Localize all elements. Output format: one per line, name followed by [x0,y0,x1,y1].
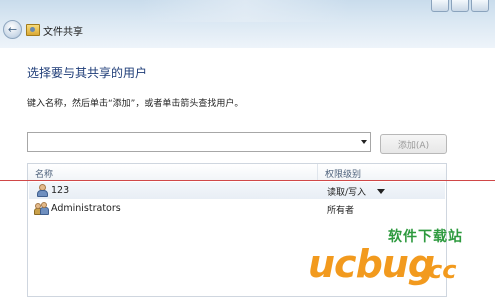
back-arrow-icon: ← [7,23,18,36]
list-header: 名称 权限级别 [28,164,446,181]
file-sharing-icon [26,24,40,36]
column-header-permission[interactable]: 权限级别 [325,167,361,180]
row-permission[interactable]: 读取/写入 [327,185,366,198]
window-controls [431,0,489,12]
back-button[interactable]: ← [3,20,22,39]
page-heading: 选择要与其共享的用户 [27,66,148,80]
window-titlebar: ← 文件共享 [0,0,495,48]
user-icon [36,184,48,197]
user-group-icon [34,202,49,215]
table-row[interactable]: Administrators 所有者 [29,200,445,217]
window-title: 文件共享 [43,27,83,38]
column-header-name[interactable]: 名称 [35,167,53,180]
watermark-suffix: cc [428,256,457,284]
permission-dropdown-icon[interactable] [377,189,385,194]
user-name-combobox[interactable] [27,132,371,152]
table-row[interactable]: 123 读取/写入 [29,182,445,199]
titlebar-blur [140,0,350,22]
watermark-logo-text: ucbug [308,242,435,286]
annotation-line [0,180,495,181]
minimize-button[interactable] [431,0,449,12]
add-button[interactable]: 添加(A) [380,134,447,154]
row-name: Administrators [51,203,121,214]
watermark-logo: 软件下载站 ucbug cc [300,216,488,296]
close-button[interactable] [471,0,489,12]
column-separator[interactable] [317,164,318,180]
watermark-dot [420,272,426,278]
maximize-button[interactable] [451,0,469,12]
row-permission: 所有者 [327,206,355,216]
instruction-text: 键入名称，然后单击“添加”，或者单击箭头查找用户。 [27,99,244,109]
dropdown-arrow-icon[interactable] [361,140,367,144]
row-name: 123 [51,185,70,196]
